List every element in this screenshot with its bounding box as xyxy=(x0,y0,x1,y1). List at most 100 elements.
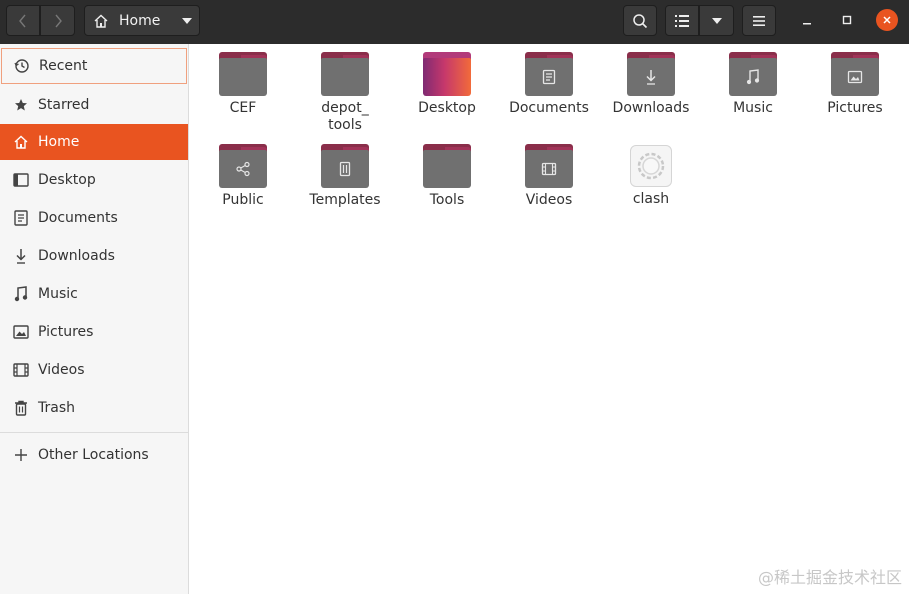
minimize-button[interactable] xyxy=(796,9,818,31)
file-label: Desktop xyxy=(418,100,476,116)
view-options-button[interactable] xyxy=(699,5,734,36)
minimize-icon xyxy=(803,23,811,25)
file-label: depot_ tools xyxy=(321,100,369,133)
public-folder-icon xyxy=(219,144,267,188)
star-icon xyxy=(12,97,29,114)
videos-folder-icon xyxy=(525,144,573,188)
file-label: clash xyxy=(632,191,670,207)
menu-button[interactable] xyxy=(742,5,776,36)
maximize-icon xyxy=(842,15,852,25)
sidebar: Recent Starred Home Desktop Documents Do… xyxy=(0,44,189,594)
file-item-public[interactable]: Public xyxy=(192,144,294,209)
file-item-depot-tools[interactable]: depot_ tools xyxy=(294,52,396,134)
chevron-down-icon[interactable] xyxy=(182,17,193,24)
sidebar-item-documents[interactable]: Documents xyxy=(0,199,188,237)
plus-icon xyxy=(12,447,29,464)
sidebar-item-starred[interactable]: Starred xyxy=(0,86,188,124)
file-view: CEF depot_ tools Desktop Documents Downl… xyxy=(190,44,909,594)
templates-folder-icon xyxy=(321,144,369,188)
header-bar: Home xyxy=(0,0,909,44)
file-label: Public xyxy=(222,192,264,208)
video-icon xyxy=(12,362,29,379)
music-folder-icon xyxy=(729,52,777,96)
music-icon xyxy=(746,69,760,85)
file-label: CEF xyxy=(229,100,257,116)
chevron-left-icon xyxy=(19,14,26,27)
file-item-videos[interactable]: Videos xyxy=(498,144,600,209)
file-item-downloads[interactable]: Downloads xyxy=(600,52,702,117)
file-item-clash[interactable]: clash xyxy=(600,144,702,208)
close-icon xyxy=(883,16,891,24)
forward-button[interactable] xyxy=(40,5,75,36)
path-bar-home-button[interactable]: Home xyxy=(84,5,200,36)
close-button[interactable] xyxy=(876,9,898,31)
list-view-button[interactable] xyxy=(665,5,699,36)
trash-icon xyxy=(12,400,29,417)
file-item-tools[interactable]: Tools xyxy=(396,144,498,209)
home-icon xyxy=(94,14,108,28)
file-label: Music xyxy=(733,100,773,116)
file-label: Templates xyxy=(309,192,381,208)
file-item-pictures[interactable]: Pictures xyxy=(804,52,906,117)
sidebar-item-label: Pictures xyxy=(38,324,94,340)
sidebar-item-label: Starred xyxy=(38,97,90,113)
sidebar-item-label: Desktop xyxy=(38,172,96,188)
sidebar-item-label: Music xyxy=(38,286,78,302)
file-item-desktop[interactable]: Desktop xyxy=(396,52,498,117)
sidebar-item-desktop[interactable]: Desktop xyxy=(0,161,188,199)
sidebar-item-label: Trash xyxy=(38,400,75,416)
sidebar-item-trash[interactable]: Trash xyxy=(0,389,188,427)
sidebar-item-music[interactable]: Music xyxy=(0,275,188,313)
sidebar-item-home[interactable]: Home xyxy=(0,124,188,160)
file-label: Tools xyxy=(429,192,465,208)
document-icon xyxy=(542,69,556,85)
file-label: Downloads xyxy=(612,100,690,116)
sidebar-item-label: Videos xyxy=(38,362,85,378)
file-item-documents[interactable]: Documents xyxy=(498,52,600,117)
file-label: Videos xyxy=(525,192,573,208)
document-icon xyxy=(12,210,29,227)
sidebar-item-other-locations[interactable]: Other Locations xyxy=(0,436,188,474)
home-icon xyxy=(12,134,29,151)
sidebar-item-label: Home xyxy=(38,134,80,150)
template-icon xyxy=(339,161,351,177)
watermark-text: @稀土掘金技术社区 xyxy=(757,568,902,587)
sidebar-item-downloads[interactable]: Downloads xyxy=(0,237,188,275)
file-label: Documents xyxy=(509,100,589,116)
search-icon xyxy=(633,13,648,28)
music-icon xyxy=(12,286,29,303)
folder-icon xyxy=(423,144,471,188)
folder-icon xyxy=(321,52,369,96)
sidebar-item-label: Documents xyxy=(38,210,118,226)
hamburger-menu-icon xyxy=(753,15,765,26)
file-item-templates[interactable]: Templates xyxy=(294,144,396,209)
sidebar-item-label: Other Locations xyxy=(38,447,149,463)
picture-icon xyxy=(847,70,863,84)
path-label: Home xyxy=(119,12,161,29)
documents-folder-icon xyxy=(525,52,573,96)
desktop-icon xyxy=(12,172,29,189)
file-item-cef[interactable]: CEF xyxy=(192,52,294,117)
video-icon xyxy=(541,162,557,176)
sidebar-item-videos[interactable]: Videos xyxy=(0,351,188,389)
clock-icon xyxy=(13,58,30,75)
sidebar-item-recent[interactable]: Recent xyxy=(1,48,187,84)
picture-icon xyxy=(12,324,29,341)
list-view-icon xyxy=(675,14,689,27)
sidebar-item-pictures[interactable]: Pictures xyxy=(0,313,188,351)
sidebar-divider xyxy=(0,432,188,433)
download-icon xyxy=(12,248,29,265)
download-icon xyxy=(646,70,656,85)
back-button[interactable] xyxy=(6,5,40,36)
pictures-folder-icon xyxy=(831,52,879,96)
sidebar-item-label: Recent xyxy=(39,58,88,74)
chevron-right-icon xyxy=(54,14,62,27)
chevron-down-icon xyxy=(711,17,722,24)
search-button[interactable] xyxy=(623,5,657,36)
desktop-folder-icon xyxy=(423,52,471,96)
folder-icon xyxy=(219,52,267,96)
sidebar-item-label: Downloads xyxy=(38,248,115,264)
maximize-button[interactable] xyxy=(836,9,858,31)
downloads-folder-icon xyxy=(627,52,675,96)
file-item-music[interactable]: Music xyxy=(702,52,804,117)
